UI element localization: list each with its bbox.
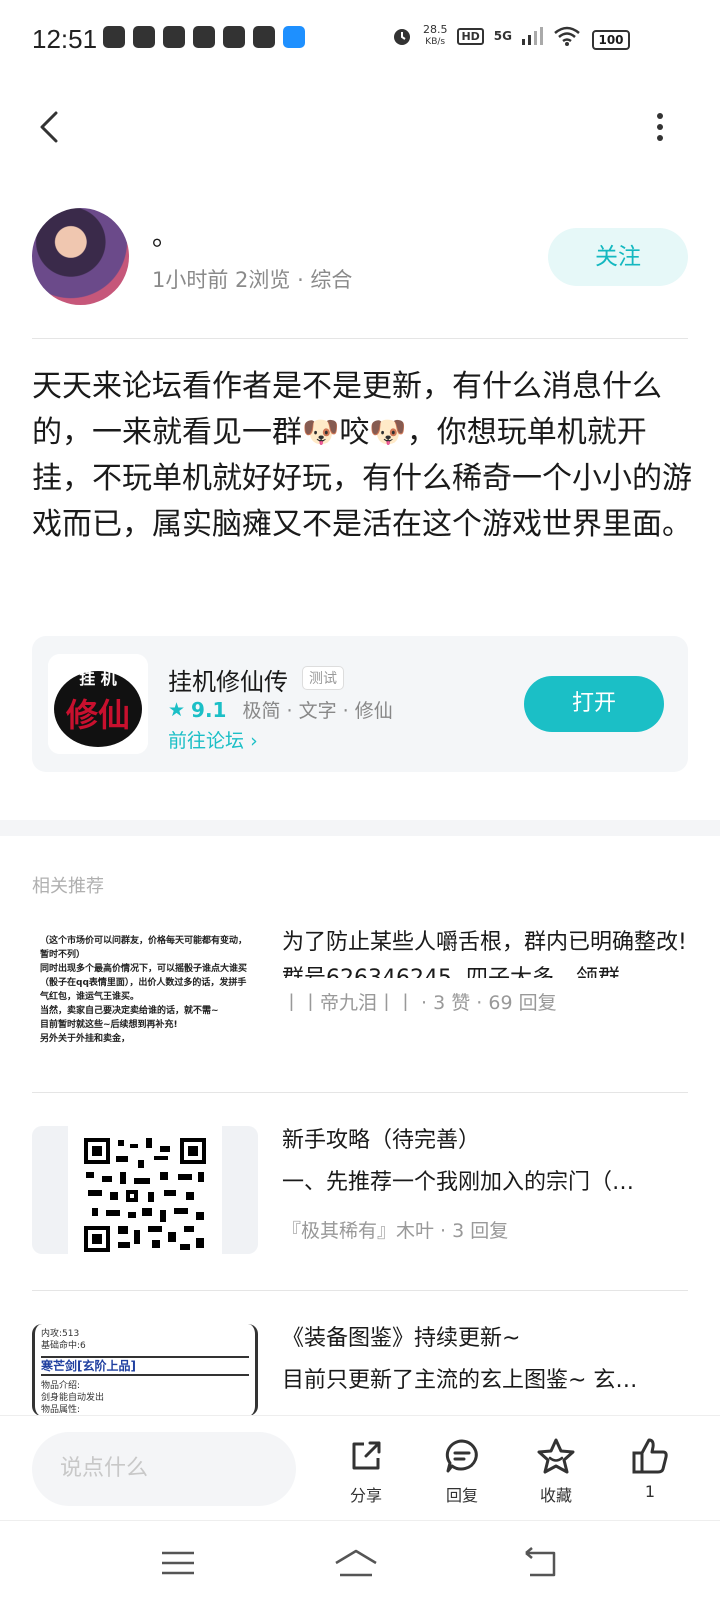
thumbnail-text: 寒芒剑[玄阶上品] <box>41 1356 249 1376</box>
recommend-excerpt: 目前只更新了主流的玄上图鉴~ 玄… <box>282 1368 638 1393</box>
status-time: 12:51 <box>32 24 98 54</box>
recommend-text: 《装备图鉴》持续更新~ 目前只更新了主流的玄上图鉴~ 玄… <box>282 1324 688 1402</box>
recommend-meta: 『极其稀有』木叶 · 3 回复 <box>282 1220 509 1242</box>
forum-link[interactable]: 前往论坛 › <box>168 726 258 753</box>
like-count: 1 <box>644 1482 656 1501</box>
thumbnail-text: 基础命中:6 <box>41 1341 86 1351</box>
star-icon: ★ <box>168 698 186 721</box>
top-nav <box>0 92 720 162</box>
back-arrow-icon[interactable] <box>30 107 70 147</box>
more-options-icon[interactable] <box>650 107 670 147</box>
post-meta: 1小时前 2浏览 · 综合 <box>152 268 353 292</box>
thumbnail-text: （这个市场价可以问群友，价格每天可能都有变动，暂时不列） <box>40 936 248 960</box>
back-icon[interactable] <box>520 1545 560 1581</box>
app-notification-icon <box>253 26 275 48</box>
app-notification-icon <box>163 26 185 48</box>
recommend-thumbnail: （这个市场价可以问群友，价格每天可能都有变动，暂时不列） 同时出现多个最高价情况… <box>32 928 258 1048</box>
reply-label: 回复 <box>445 1486 478 1505</box>
recommend-excerpt: 一、先推荐一个我刚加入的宗门（… <box>282 1170 635 1195</box>
qr-code-icon <box>68 1126 222 1254</box>
game-logo-image: 挂 机 修仙 <box>48 654 148 754</box>
menu-icon[interactable] <box>160 1545 196 1581</box>
thumbnail-text: 物品介绍: <box>41 1381 81 1391</box>
recommend-text: 为了防止某些人嚼舌根，群内已明确整改! 群号626346245 .四子大多，领群… <box>282 922 688 1015</box>
recommend-item[interactable]: 新手攻略（待完善） 一、先推荐一个我刚加入的宗门（… 『极其稀有』木叶 · 3 … <box>32 1126 688 1254</box>
thumbnail-text: 另外关于外挂和卖金， <box>40 1034 131 1044</box>
status-indicators: 28.5 KB/s HD 5G <box>391 24 580 48</box>
reply-button[interactable]: 回复 <box>432 1436 492 1506</box>
svg-text:修仙: 修仙 <box>65 696 130 734</box>
recommend-item[interactable]: 内攻:513 基础命中:6 寒芒剑[玄阶上品] 物品介绍: 剑身能自动发出 物品… <box>32 1324 688 1416</box>
app-notification-icon <box>103 26 125 48</box>
recommend-excerpt: 群号626346245 .四子大多，领群 <box>282 964 688 978</box>
home-icon[interactable] <box>332 1545 380 1581</box>
app-notification-icon <box>133 26 155 48</box>
thumbnail-text: 内攻:513 <box>41 1329 80 1339</box>
signal-icon <box>522 27 543 45</box>
game-title[interactable]: 挂机修仙传 <box>168 662 288 697</box>
thumbs-up-icon <box>632 1438 668 1474</box>
game-status-tag: 测试 <box>302 666 344 690</box>
status-bar: 12:51 28.5 KB/s HD 5G 100 <box>0 0 720 82</box>
recommend-title: 《装备图鉴》持续更新~ <box>282 1326 521 1351</box>
thumbnail-text: 剑身能自动发出 <box>41 1393 105 1403</box>
divider <box>32 1290 688 1291</box>
bottom-action-bar: 说点什么 分享 回复 收藏 1 <box>0 1415 720 1519</box>
network-type: 5G <box>493 29 512 43</box>
weibo-icon <box>193 26 215 48</box>
favorite-button[interactable]: 收藏 <box>526 1436 586 1506</box>
recommend-item[interactable]: （这个市场价可以问群友，价格每天可能都有变动，暂时不列） 同时出现多个最高价情况… <box>32 928 688 1048</box>
wifi-icon <box>554 26 580 46</box>
app-notification-icon <box>223 26 245 48</box>
open-game-button[interactable]: 打开 <box>524 676 664 732</box>
star-outline-icon <box>537 1438 575 1474</box>
battery-indicator: 100 <box>592 30 630 50</box>
recommend-title: 新手攻略（待完善） <box>282 1128 481 1153</box>
game-rating: 9.1 <box>191 697 227 722</box>
avatar[interactable] <box>32 208 129 305</box>
comment-icon <box>445 1439 478 1473</box>
qr-code-image <box>68 1126 222 1254</box>
app-notification-icon <box>283 26 305 48</box>
recommend-meta: 丨丨帝九泪丨丨 · 3 赞 · 69 回复 <box>282 992 557 1014</box>
post-content: 天天来论坛看作者是不是更新，有什么消息什么的，一来就看见一群🐶咬🐶，你想玩单机就… <box>32 369 692 542</box>
follow-button[interactable]: 关注 <box>548 228 688 286</box>
thumbnail-text: 当然，卖家自己要决定卖给谁的话，就不需~ <box>40 1006 219 1016</box>
recommend-thumbnail: 内攻:513 基础命中:6 寒芒剑[玄阶上品] 物品介绍: 剑身能自动发出 物品… <box>32 1324 258 1416</box>
thumbnail-text: 同时出现多个最高价情况下，可以摇骰子谁点大谁买（骰子在qq表情里面），出价人数过… <box>40 964 248 1002</box>
share-button[interactable]: 分享 <box>336 1436 396 1506</box>
game-card[interactable]: 挂 机 修仙 挂机修仙传 测试 ★ 9.1 极简 · 文字 · 修仙 前往论坛 … <box>32 636 688 772</box>
recommend-section-title: 相关推荐 <box>32 876 104 897</box>
divider <box>32 1092 688 1093</box>
recommend-text: 新手攻略（待完善） 一、先推荐一个我刚加入的宗门（… 『极其稀有』木叶 · 3 … <box>282 1120 688 1243</box>
game-logo: 挂 机 修仙 <box>48 654 148 754</box>
game-tags: 极简 · 文字 · 修仙 <box>242 700 393 722</box>
thumbnail-text: 目前暂时就这些~后续想到再补充! <box>40 1020 178 1030</box>
network-speed: 28.5 KB/s <box>422 23 448 47</box>
share-icon <box>352 1441 381 1470</box>
comment-input[interactable]: 说点什么 <box>32 1432 296 1506</box>
favorite-label: 收藏 <box>539 1486 572 1505</box>
recommend-thumbnail <box>32 1126 258 1254</box>
author-header: 。 1小时前 2浏览 · 综合 关注 <box>32 208 688 308</box>
alarm-icon <box>393 29 410 45</box>
svg-text:挂 机: 挂 机 <box>79 669 117 688</box>
game-meta: ★ 9.1 极简 · 文字 · 修仙 <box>168 696 393 723</box>
notification-icons <box>103 26 305 48</box>
forum-link-label: 前往论坛 <box>168 730 245 752</box>
author-name[interactable]: 。 <box>152 216 178 253</box>
chevron-right-icon: › <box>250 730 258 752</box>
hd-badge: HD <box>457 27 484 45</box>
share-label: 分享 <box>349 1486 382 1505</box>
divider <box>32 338 688 339</box>
system-nav-bar <box>0 1520 720 1605</box>
section-separator <box>0 820 720 836</box>
recommend-title: 为了防止某些人嚼舌根，群内已明确整改! <box>282 930 687 955</box>
like-button[interactable]: 1 <box>620 1436 680 1501</box>
